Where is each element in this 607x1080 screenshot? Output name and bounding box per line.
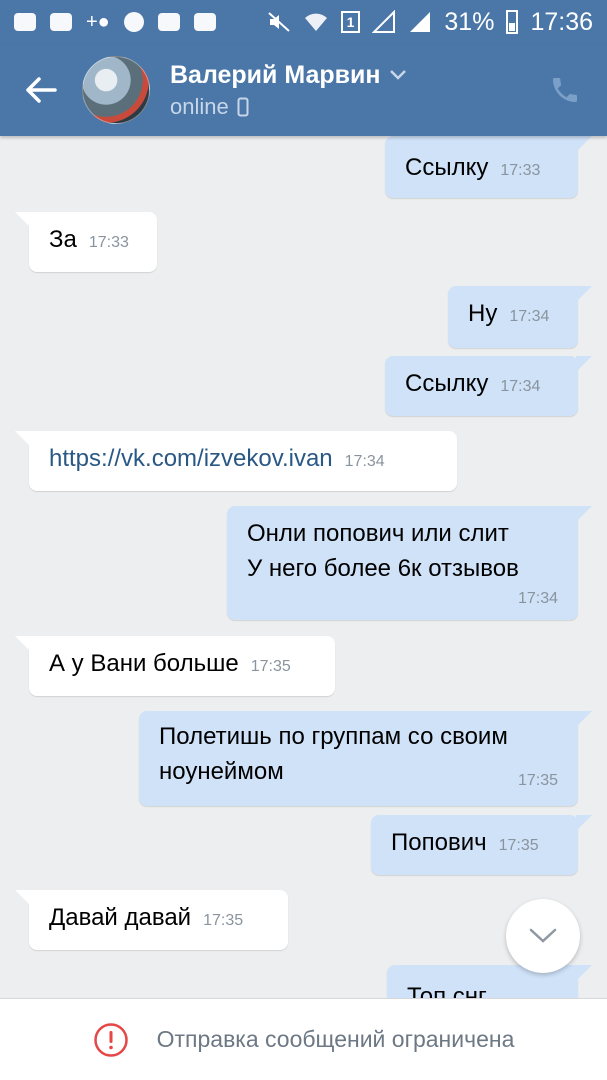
add-user-icon: +● (86, 11, 110, 33)
chevron-down-icon (389, 70, 406, 80)
youtube-icon (157, 13, 180, 31)
message-time: 17:35 (250, 658, 291, 675)
message-bubble-in[interactable]: Давай давай 17:35 (15, 890, 288, 950)
message-bubble-in[interactable]: За 17:33 (15, 212, 157, 272)
avatar[interactable] (82, 56, 150, 124)
message-text-line2: У него более 6к отзывов (247, 555, 519, 582)
message-time: 17:35 (203, 912, 244, 929)
message-time: 17:34 (500, 378, 541, 395)
message-time: 17:34 (509, 308, 550, 325)
message-bubble-out[interactable]: Попович 17:35 (371, 815, 592, 875)
restriction-text: Отправка сообщений ограничена (156, 1026, 515, 1052)
message-time: 17:34 (517, 590, 558, 607)
message-restriction-bar: Отправка сообщений ограничена (0, 998, 607, 1080)
message-text: Топ снг (407, 983, 487, 998)
contact-status: online (170, 93, 229, 119)
arrow-left-icon (26, 77, 57, 103)
message-time: 17:34 (344, 453, 385, 470)
status-bar: +● 1 31% 17:36 (0, 0, 607, 44)
mute-icon (267, 12, 290, 32)
contact-title[interactable]: Валерий Марвин online (170, 61, 407, 120)
message-list[interactable]: Ссылку 17:33 За 17:33 Ну 17:34 Ссылку 17:34 … (0, 136, 607, 998)
message-time: 17:35 (517, 772, 558, 789)
message-bubble-out[interactable]: Ну 17:34 (448, 286, 592, 348)
mobile-icon (237, 97, 249, 116)
message-text: Ссылку (405, 370, 489, 397)
contact-name: Валерий Марвин (170, 60, 381, 89)
message-text-line2: ноунеймом (159, 758, 284, 785)
signal-icon (372, 10, 396, 33)
message-text: Ссылку (405, 154, 489, 181)
sim-indicator: 1 (340, 11, 361, 33)
message-text: Ну (468, 300, 498, 327)
youtube-icon (193, 13, 216, 31)
wifi-icon (304, 13, 327, 31)
message-bubble-out[interactable]: Ссылку 17:33 (385, 136, 592, 198)
message-time: 17:33 (88, 234, 129, 251)
message-text: Онли попович или слит (247, 520, 509, 547)
signal-icon (410, 12, 431, 32)
phone-call-button[interactable] (549, 74, 581, 106)
clock: 17:36 (530, 7, 593, 36)
message-bubble-in[interactable]: А у Вани больше 17:35 (15, 636, 335, 696)
message-bubble-in[interactable]: https://vk.com/izvekov.ivan 17:34 (15, 431, 457, 491)
alert-icon (93, 1022, 128, 1057)
chat-icon (14, 13, 36, 31)
message-icon (123, 12, 144, 32)
gallery-icon (50, 13, 72, 31)
scroll-down-button[interactable] (506, 899, 580, 973)
message-text: Давай давай (49, 904, 192, 931)
battery-percent: 31% (444, 7, 495, 36)
message-bubble-out[interactable]: Онли попович или слит У него более 6к от… (227, 506, 592, 620)
chevron-down-icon (529, 928, 557, 943)
message-link[interactable]: https://vk.com/izvekov.ivan (49, 445, 333, 472)
message-bubble-out[interactable]: Полетишь по группам со своим ноунеймом 1… (139, 711, 592, 806)
message-time: 17:35 (498, 837, 539, 854)
back-button[interactable] (0, 44, 82, 136)
message-bubble-out[interactable]: Ссылку 17:34 (385, 356, 592, 416)
message-text: Попович (391, 829, 487, 856)
message-text: А у Вани больше (49, 650, 239, 677)
message-time: 17:33 (500, 162, 541, 179)
message-text: За (49, 226, 77, 253)
battery-icon (506, 10, 519, 34)
chat-header: Валерий Марвин online (0, 44, 607, 136)
message-text: Полетишь по группам со своим (159, 723, 508, 750)
